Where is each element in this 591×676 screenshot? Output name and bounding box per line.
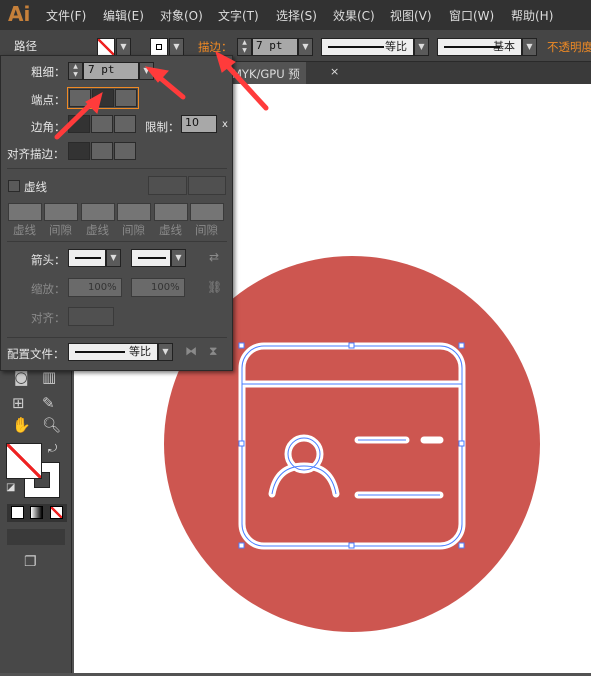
start-arrowhead-select[interactable]: [68, 249, 106, 267]
weight-dropdown[interactable]: ▼: [298, 38, 313, 56]
align-stroke-label: 对齐描边：: [7, 147, 65, 161]
gradient-button[interactable]: [30, 506, 43, 519]
scale-label: 缩放：: [31, 282, 66, 296]
miter-join-button[interactable]: [68, 115, 90, 133]
align-dash-button[interactable]: [188, 176, 226, 195]
gap-field-1[interactable]: [44, 203, 78, 221]
end-scale-field[interactable]: 100%: [131, 278, 185, 297]
panel-profile-dropdown[interactable]: ▼: [158, 343, 173, 361]
divider: [7, 241, 227, 242]
menu-select[interactable]: 选择(S): [276, 7, 317, 24]
zoom-tool-icon[interactable]: 🔍︎: [42, 416, 61, 434]
flip-horizontal-icon[interactable]: ⧓: [185, 344, 197, 358]
opacity-link[interactable]: 不透明度: [547, 39, 591, 55]
limit-label: 限制：: [145, 120, 180, 134]
limit-unit: x: [222, 119, 228, 130]
cap-label: 端点：: [31, 93, 66, 107]
preserve-dash-button[interactable]: [148, 176, 187, 195]
profile-value: 等比: [385, 40, 407, 53]
weight-stepper[interactable]: ▲ ▼: [237, 38, 252, 56]
stroke-link[interactable]: 描边：: [198, 39, 233, 56]
brush-select[interactable]: 基本: [437, 38, 522, 56]
draw-mode-group[interactable]: [7, 529, 65, 545]
divider: [7, 168, 227, 169]
menu-type[interactable]: 文字(T): [218, 7, 259, 24]
arrowhead-label: 箭头：: [31, 253, 66, 267]
fill-color-box[interactable]: [6, 443, 42, 479]
corner-label: 边角：: [31, 120, 66, 134]
round-join-button[interactable]: [91, 115, 113, 133]
start-arrowhead-dropdown[interactable]: ▼: [106, 249, 121, 267]
arrow-align-buttons[interactable]: [68, 307, 114, 326]
end-arrowhead-select[interactable]: [131, 249, 171, 267]
object-type-label: 路径: [14, 39, 37, 53]
dash-field-3[interactable]: [154, 203, 188, 221]
screen-mode-icon[interactable]: ❐: [24, 554, 37, 570]
close-tab-icon[interactable]: ×: [330, 65, 339, 78]
stroke-dropdown[interactable]: ▼: [169, 38, 184, 56]
arrow-align-label: 对齐：: [31, 311, 66, 325]
slice-tool-icon[interactable]: ✎: [42, 394, 55, 412]
panel-profile-value: 等比: [129, 345, 151, 358]
align-inside-button[interactable]: [91, 142, 113, 160]
fill-swatch[interactable]: [97, 38, 115, 56]
profile-dropdown[interactable]: ▼: [414, 38, 429, 56]
bevel-join-button[interactable]: [114, 115, 136, 133]
swap-colors-icon[interactable]: ⤾: [48, 442, 57, 456]
dash-field-2[interactable]: [81, 203, 115, 221]
menu-edit[interactable]: 编辑(E): [103, 7, 144, 24]
link-scale-icon[interactable]: ⛓: [207, 280, 222, 294]
artboard-tool-icon[interactable]: ⊞: [12, 394, 25, 412]
app-logo: Ai: [8, 2, 31, 26]
stroke-weight-field[interactable]: 7 pt: [252, 38, 298, 56]
divider: [7, 337, 227, 338]
dash-label-2: 虚线: [86, 223, 109, 237]
gap-label-2: 间隙: [122, 223, 145, 237]
color-mode-group: [7, 504, 67, 522]
gap-field-2[interactable]: [117, 203, 151, 221]
stroke-panel: 粗细： ▲ ▼ 7 pt ▼ 端点： 边角： 限制： 10 x 对齐描边： 虚线 …: [0, 55, 233, 371]
dash-label-3: 虚线: [159, 223, 182, 237]
start-scale-field[interactable]: 100%: [68, 278, 122, 297]
limit-field[interactable]: 10: [181, 115, 217, 133]
cap-group: [67, 87, 139, 109]
dashed-line-label: 虚线: [24, 180, 47, 194]
profile-label: 配置文件：: [7, 347, 65, 361]
dash-field-1[interactable]: [8, 203, 42, 221]
profile-select[interactable]: 等比: [321, 38, 414, 56]
menu-file[interactable]: 文件(F): [46, 7, 86, 24]
round-cap-button[interactable]: [92, 89, 114, 107]
menu-help[interactable]: 帮助(H): [511, 7, 553, 24]
stroke-swatch[interactable]: [150, 38, 168, 56]
default-colors-icon[interactable]: ◪: [6, 482, 15, 493]
flip-vertical-icon[interactable]: ⧗: [209, 344, 217, 359]
gap-field-3[interactable]: [190, 203, 224, 221]
projecting-cap-button[interactable]: [115, 89, 137, 107]
align-center-button[interactable]: [68, 142, 90, 160]
none-button[interactable]: [50, 506, 63, 519]
panel-weight-stepper[interactable]: ▲ ▼: [68, 62, 83, 80]
end-arrowhead-dropdown[interactable]: ▼: [171, 249, 186, 267]
menu-view[interactable]: 视图(V): [390, 7, 432, 24]
menu-window[interactable]: 窗口(W): [449, 7, 494, 24]
gap-label-3: 间隙: [195, 223, 218, 237]
brush-dropdown[interactable]: ▼: [522, 38, 537, 56]
fill-dropdown[interactable]: ▼: [116, 38, 131, 56]
panel-weight-field[interactable]: 7 pt: [83, 62, 139, 80]
hand-tool-icon[interactable]: ✋: [12, 416, 31, 434]
color-button[interactable]: [11, 506, 24, 519]
dash-label-1: 虚线: [13, 223, 36, 237]
swap-arrowheads-icon[interactable]: ⇄: [209, 250, 219, 264]
gap-label-1: 间隙: [49, 223, 72, 237]
align-outside-button[interactable]: [114, 142, 136, 160]
weight-label: 粗细：: [31, 65, 66, 79]
menu-object[interactable]: 对象(O): [160, 7, 203, 24]
dashed-line-checkbox[interactable]: [8, 180, 20, 192]
panel-weight-dropdown[interactable]: ▼: [139, 62, 154, 80]
menu-bar: Ai 文件(F) 编辑(E) 对象(O) 文字(T) 选择(S) 效果(C) 视…: [0, 0, 591, 30]
butt-cap-button[interactable]: [69, 89, 91, 107]
menu-effect[interactable]: 效果(C): [333, 7, 375, 24]
panel-profile-select[interactable]: 等比: [68, 343, 158, 361]
